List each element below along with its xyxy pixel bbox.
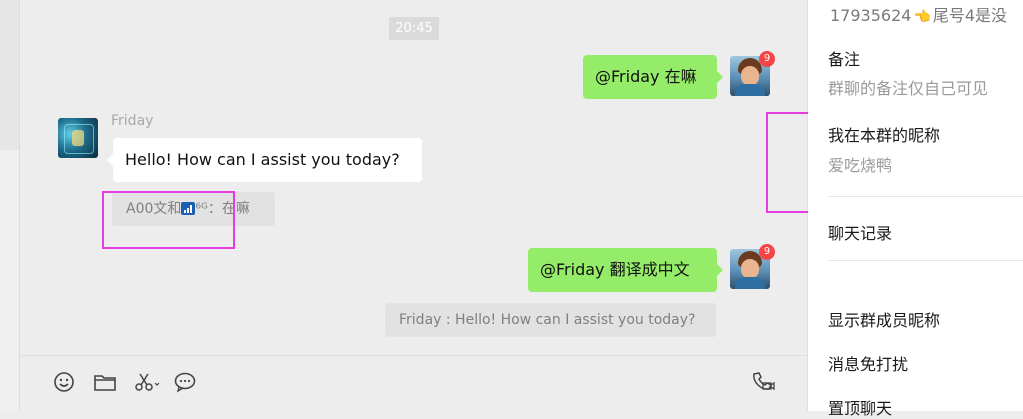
annotation-highlight-quote [102,191,235,249]
note-field[interactable]: 群聊的备注仅自己可见 [828,75,988,99]
input-toolbar-divider [21,355,807,356]
sender-name: Friday [111,113,154,129]
own-message-bubble[interactable]: @Friday 翻译成中文 [528,248,723,292]
unread-badge: 9 [759,51,775,67]
message-text: Hello! How can I assist you today? [125,150,400,169]
group-nickname-title: 我在本群的昵称 [828,126,941,145]
left-sidebar-strip [0,0,20,411]
friday-avatar[interactable] [58,118,98,158]
mute-notifications-toggle[interactable]: 消息免打扰 [828,351,908,375]
member-id-line: 17935624 👈 尾号4是没 [830,6,1008,25]
show-member-nicknames-toggle[interactable]: 显示群成员昵称 [828,307,940,331]
own-avatar[interactable]: 9 [730,244,775,289]
unread-badge: 9 [759,244,775,260]
left-strip-panel [0,150,20,411]
bubble-tail [107,154,113,166]
incoming-message-bubble[interactable]: Hello! How can I assist you today? [107,138,422,182]
quoted-message[interactable]: Friday : Hello! How can I assist you tod… [385,303,716,337]
chat-info-panel: 17935624 👈 尾号4是没 备注 群聊的备注仅自己可见 我在本群的昵称 爱吃烧… [808,0,1023,418]
bubble-tail [717,264,723,276]
group-nickname-field[interactable]: 爱吃烧鸭 [828,152,892,176]
bubble-tail [717,71,723,83]
emoji-icon[interactable] [51,369,77,395]
left-strip-edge [19,0,20,411]
message-timestamp: 20:45 [389,17,439,40]
panel-divider-line [828,260,1023,261]
note-title: 备注 [828,50,861,69]
chat-history-link[interactable]: 聊天记录 [828,220,892,244]
message-text: @Friday 在嘛 [595,67,697,86]
video-call-icon[interactable] [750,369,776,395]
own-avatar[interactable]: 9 [730,51,775,96]
pin-chat-toggle[interactable]: 置顶聊天 [828,395,892,419]
chat-bubble-icon[interactable] [172,369,198,395]
panel-divider-line [828,196,1023,197]
folder-icon[interactable] [92,369,118,395]
quote-text: Friday : Hello! How can I assist you tod… [399,312,696,328]
pointing-hand-icon: 👈 [913,9,931,25]
scissors-icon[interactable] [132,369,162,395]
own-message-bubble[interactable]: @Friday 在嘛 [583,55,723,99]
message-text: @Friday 翻译成中文 [540,260,690,279]
